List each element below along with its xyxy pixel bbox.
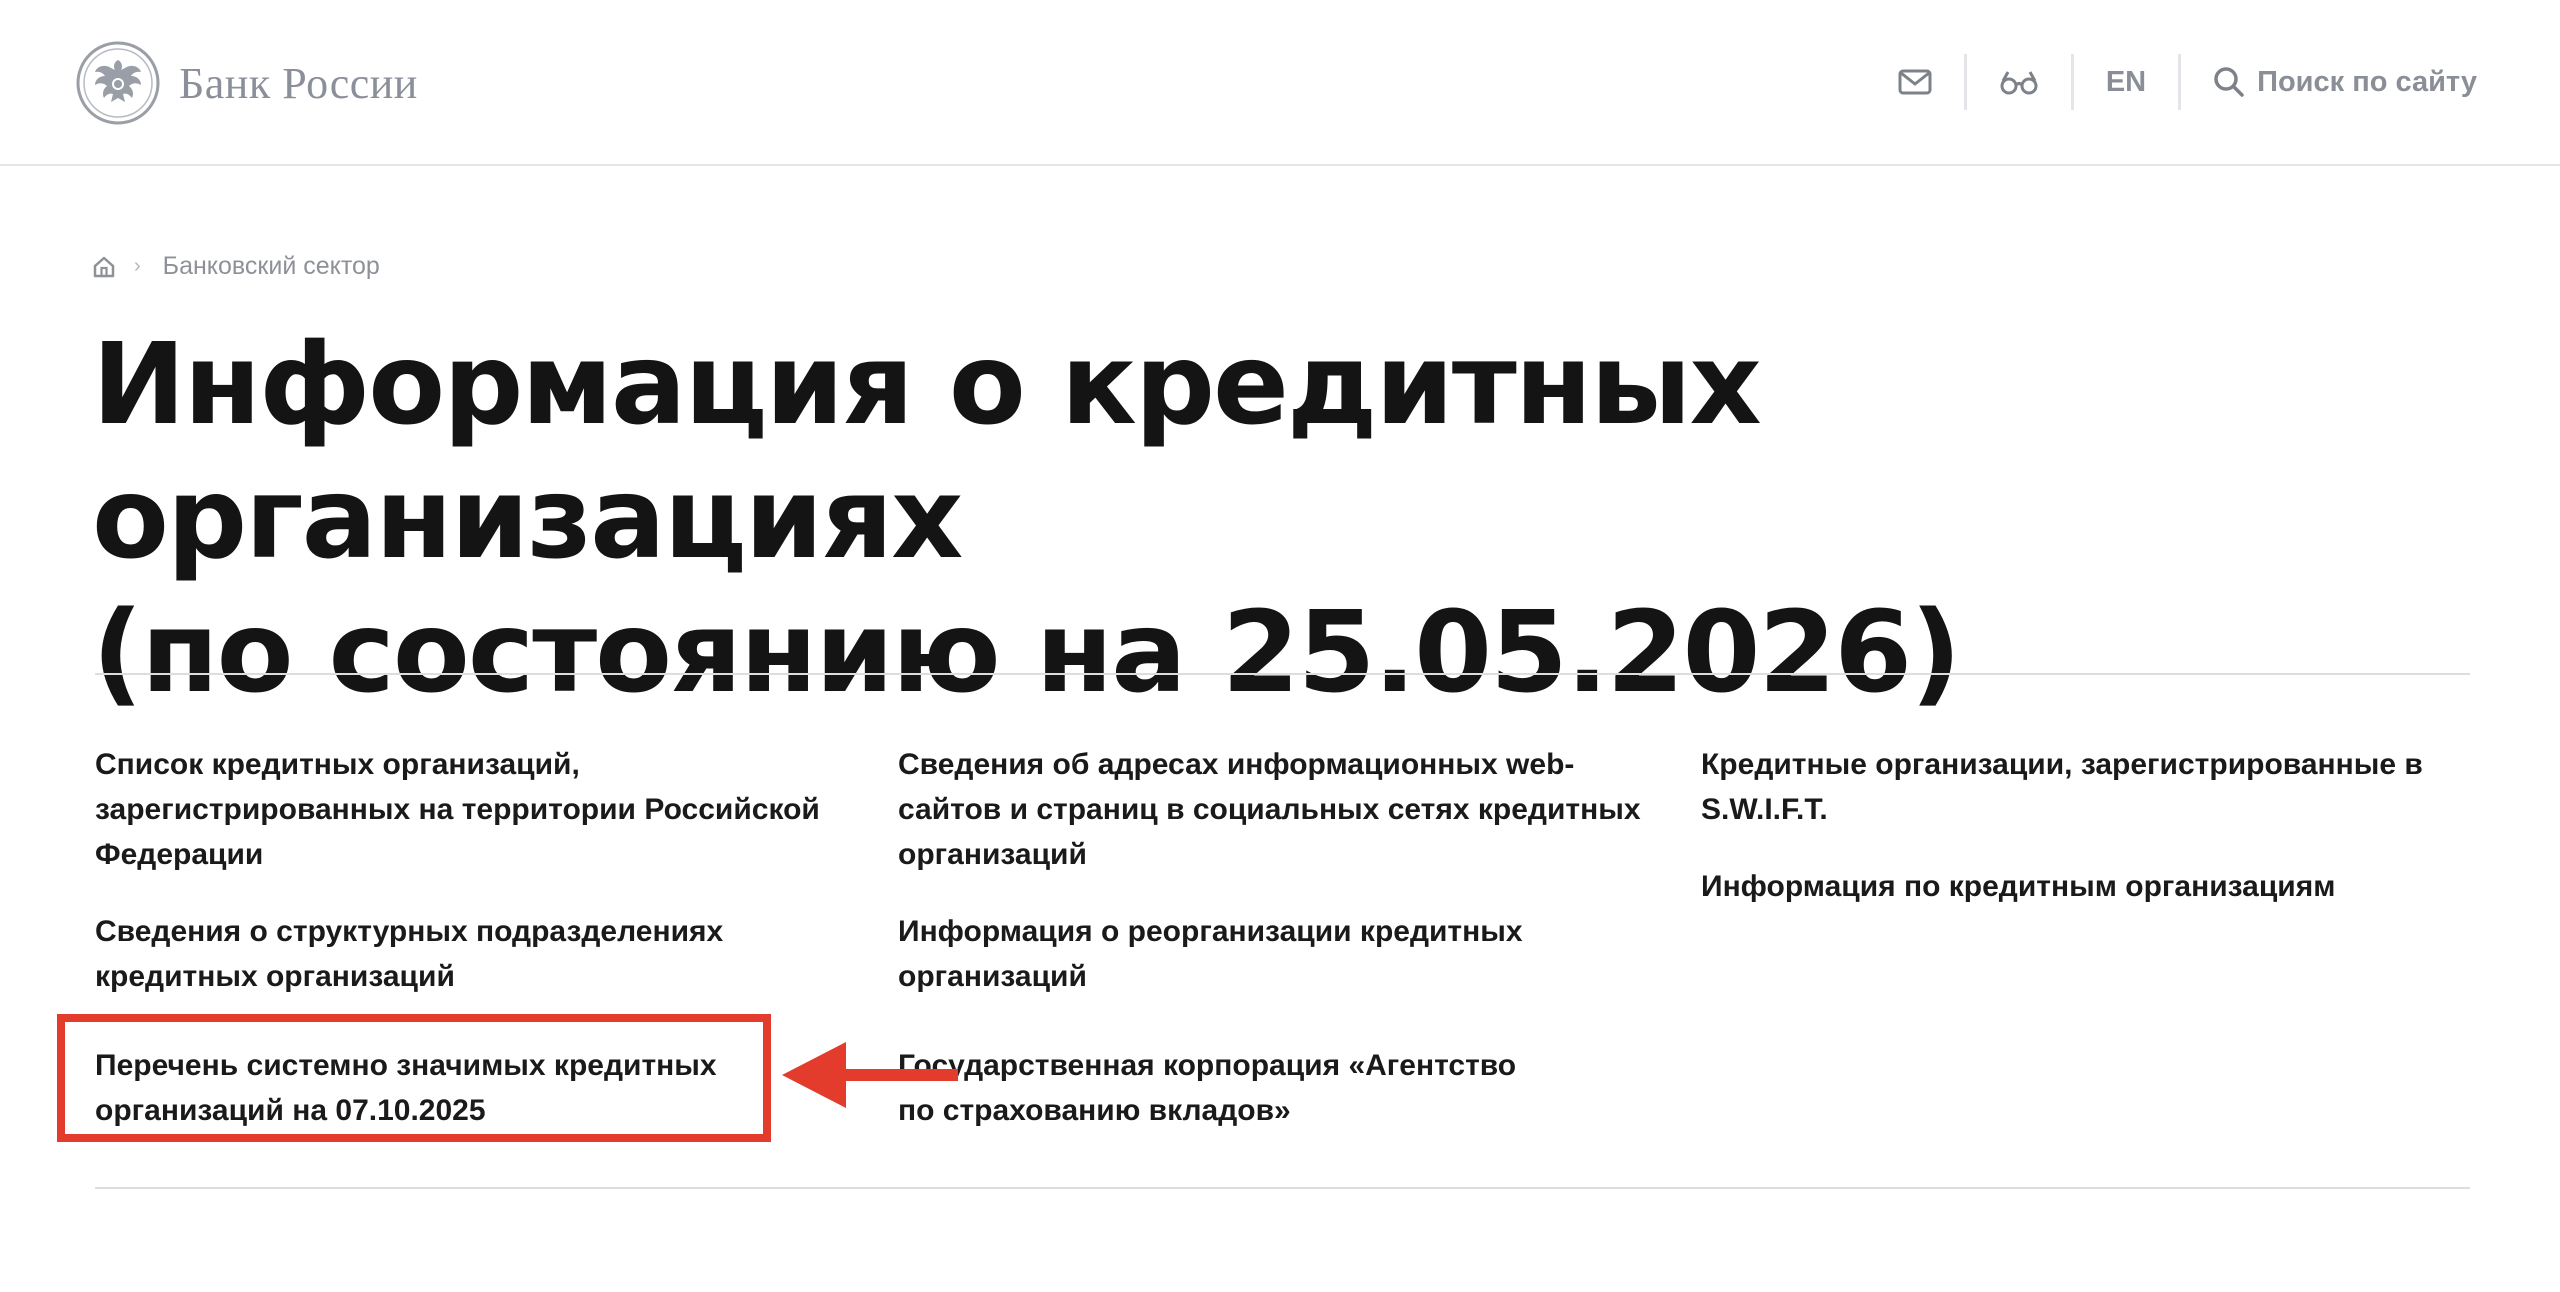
arrow-left-icon [782, 1042, 958, 1108]
site-header: Банк России EN Поиск по сайту [0, 0, 2560, 166]
links-column-2: Сведения об адресах информационных web-с… [898, 742, 1658, 1165]
header-tools: EN Поиск по сайту [1898, 52, 2477, 112]
logo-text: Банк России [179, 58, 418, 108]
page-title-line1: Информация о кредитных организациях [92, 320, 1762, 584]
tool-divider [2178, 54, 2182, 110]
link-deposit-insurance-agency[interactable]: Государственная корпорация «Агентство по… [898, 1043, 1558, 1133]
breadcrumb-item-banking-sector[interactable]: Банковский сектор [163, 252, 380, 281]
bank-emblem-icon [76, 41, 160, 125]
search-label: Поиск по сайту [2257, 65, 2477, 98]
link-structural-divisions[interactable]: Сведения о структурных подразделениях кр… [95, 909, 815, 999]
accessibility-button[interactable] [1999, 52, 2039, 112]
mail-icon [1898, 69, 1932, 95]
logo[interactable]: Банк России [75, 40, 418, 126]
divider-bottom [95, 1187, 2470, 1189]
breadcrumb: › Банковский сектор [92, 252, 380, 281]
language-label: EN [2105, 65, 2147, 98]
link-reorganization[interactable]: Информация о реорганизации кредитных орг… [898, 909, 1578, 999]
tool-divider [2070, 54, 2074, 110]
mail-button[interactable] [1898, 52, 1932, 112]
link-website-addresses[interactable]: Сведения об адресах информационных web-с… [898, 742, 1658, 877]
tool-divider [1963, 54, 1967, 110]
site-search-button[interactable]: Поиск по сайту [2213, 52, 2477, 112]
chevron-right-icon: › [134, 255, 141, 277]
divider-top [95, 673, 2470, 675]
link-swift-registered[interactable]: Кредитные организации, зарегистрированны… [1701, 742, 2431, 832]
home-icon[interactable] [92, 255, 116, 279]
glasses-icon [2000, 71, 2038, 95]
page-title-line2: (по состоянию на 25.05.2026) [92, 588, 1961, 718]
link-credit-org-info[interactable]: Информация по кредитным организациям [1701, 864, 2431, 909]
highlight-annotation-box [57, 1014, 771, 1142]
language-switch[interactable]: EN [2106, 52, 2146, 112]
links-column-3: Кредитные организации, зарегистрированны… [1701, 742, 2461, 941]
search-icon [2214, 67, 2244, 97]
page-title: Информация о кредитных организациях (по … [92, 318, 2512, 720]
link-credit-org-list[interactable]: Список кредитных организаций, зарегистри… [95, 742, 845, 877]
